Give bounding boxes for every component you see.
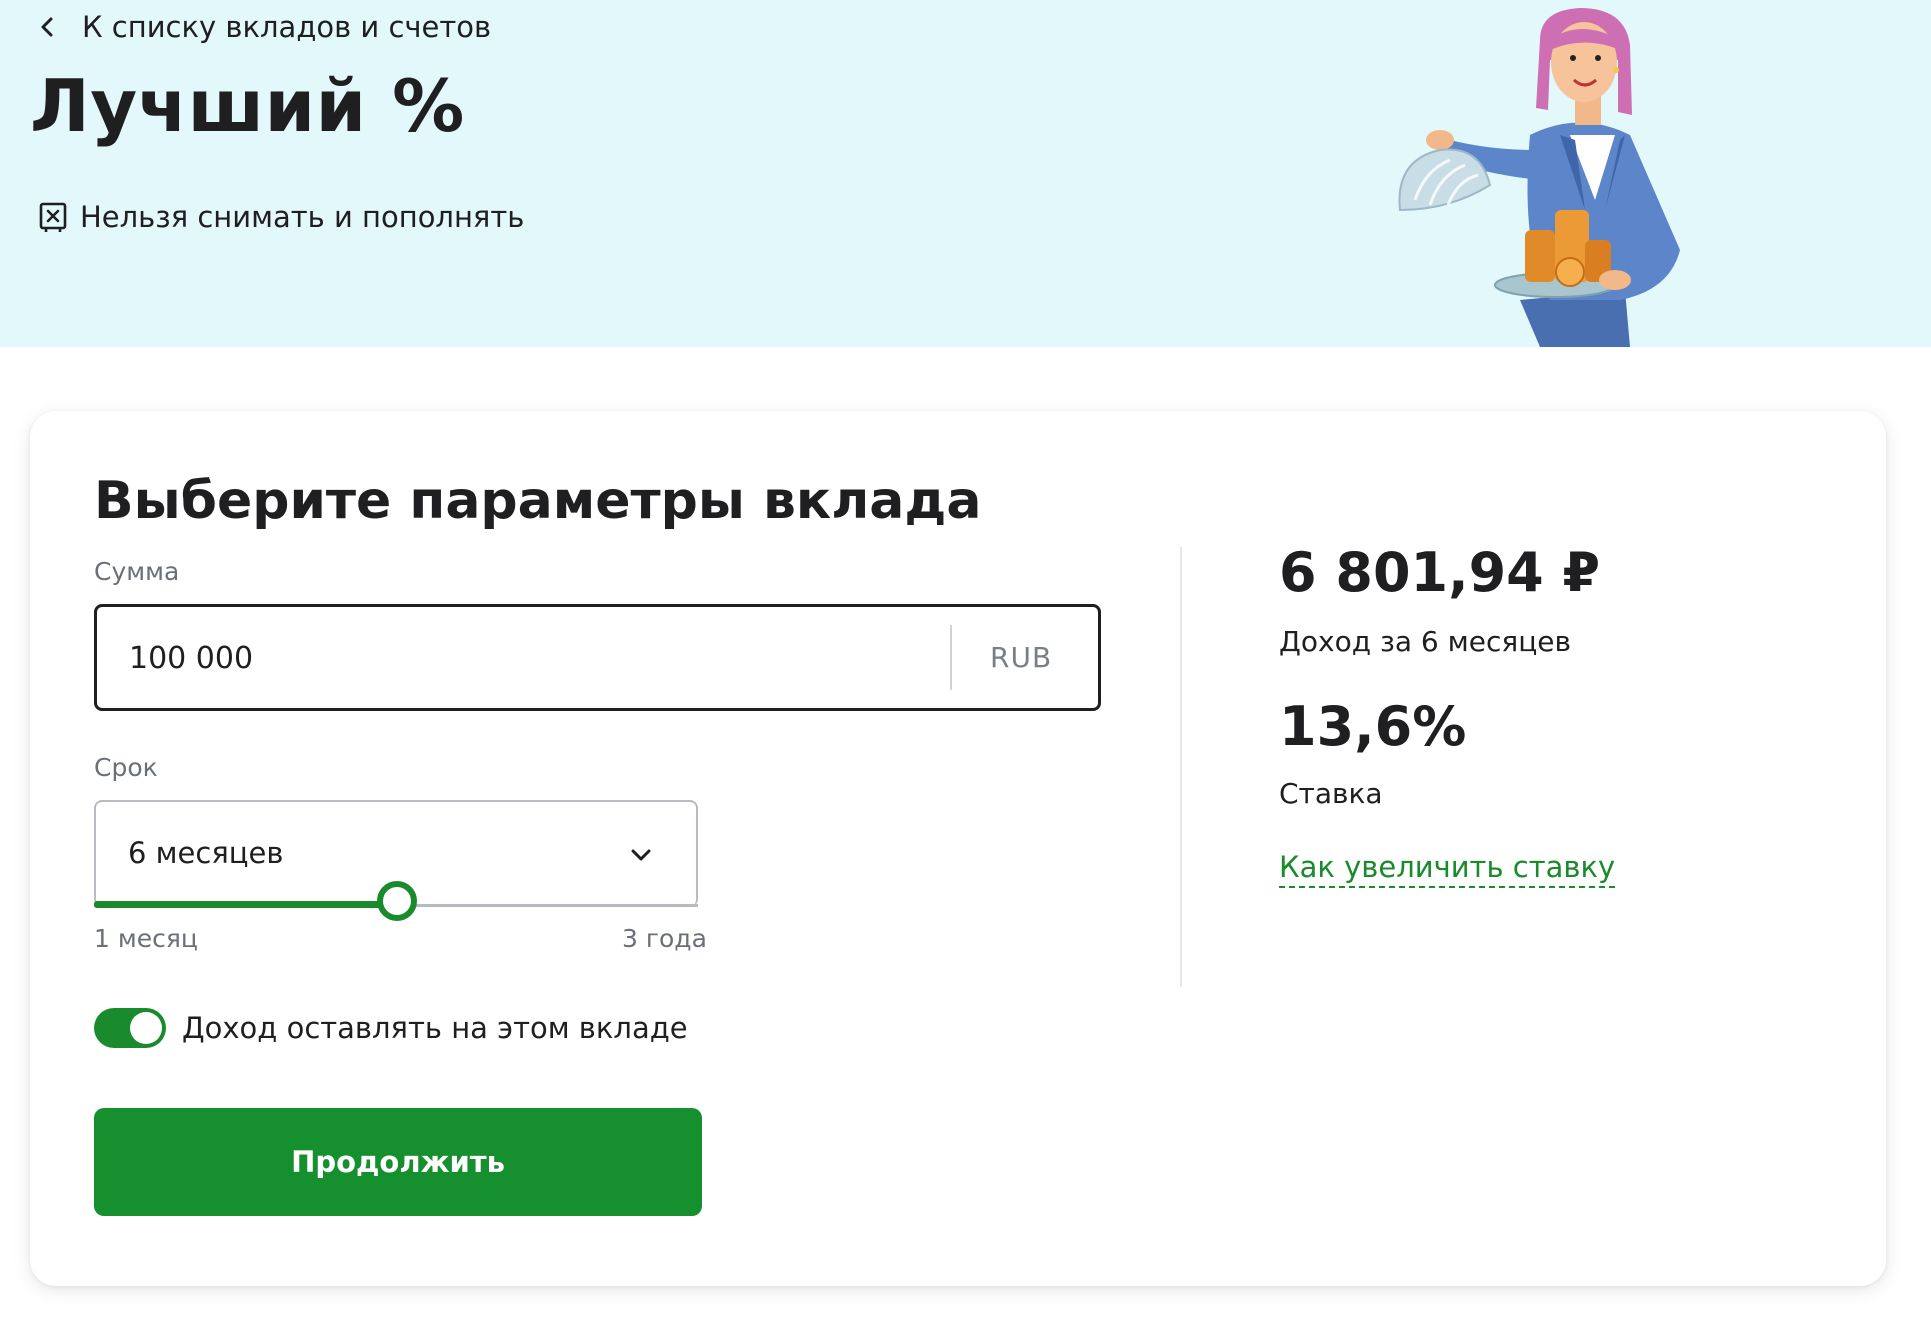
deposit-params-card: Выберите параметры вклада Сумма 100 000 … bbox=[30, 411, 1886, 1286]
amount-divider bbox=[950, 625, 952, 690]
chevron-left-icon bbox=[41, 17, 53, 37]
income-label: Доход за 6 месяцев bbox=[1279, 625, 1572, 658]
term-slider-thumb[interactable] bbox=[377, 881, 417, 921]
hero-banner: К списку вкладов и счетов Лучший % Нельз… bbox=[0, 0, 1931, 347]
term-min-label: 1 месяц bbox=[94, 924, 198, 953]
term-label: Срок bbox=[94, 753, 158, 782]
toggle-knob bbox=[130, 1012, 162, 1044]
page-title: Лучший % bbox=[30, 64, 465, 148]
income-amount: 6 801,94 ₽ bbox=[1279, 541, 1601, 604]
woman-with-coins-illustration bbox=[1398, 8, 1680, 347]
rate-value: 13,6% bbox=[1279, 695, 1467, 758]
capitalize-label: Доход оставлять на этом вкладе bbox=[182, 1011, 688, 1045]
back-link-label: К списку вкладов и счетов bbox=[82, 10, 492, 44]
back-link[interactable]: К списку вкладов и счетов bbox=[36, 10, 491, 44]
continue-button[interactable]: Продолжить bbox=[94, 1108, 702, 1216]
chevron-down-icon[interactable] bbox=[628, 842, 654, 868]
term-slider-fill bbox=[94, 901, 400, 908]
term-max-label: 3 года bbox=[622, 924, 707, 953]
card-title: Выберите параметры вклада bbox=[94, 471, 982, 531]
rate-label: Ставка bbox=[1279, 777, 1383, 810]
increase-rate-link[interactable]: Как увеличить ставку bbox=[1279, 850, 1616, 888]
amount-label: Сумма bbox=[94, 557, 180, 586]
no-withdraw-icon bbox=[39, 202, 67, 232]
term-value: 6 месяцев bbox=[128, 836, 284, 870]
restriction-info: Нельзя снимать и пополнять bbox=[38, 200, 524, 234]
amount-input[interactable]: 100 000 RUB bbox=[94, 604, 1101, 711]
currency-label: RUB bbox=[990, 641, 1053, 674]
restriction-label: Нельзя снимать и пополнять bbox=[80, 200, 525, 234]
capitalize-toggle[interactable] bbox=[94, 1008, 166, 1048]
amount-value[interactable]: 100 000 bbox=[129, 641, 253, 676]
capitalize-row: Доход оставлять на этом вкладе bbox=[94, 1008, 688, 1048]
vertical-divider bbox=[1180, 547, 1182, 987]
